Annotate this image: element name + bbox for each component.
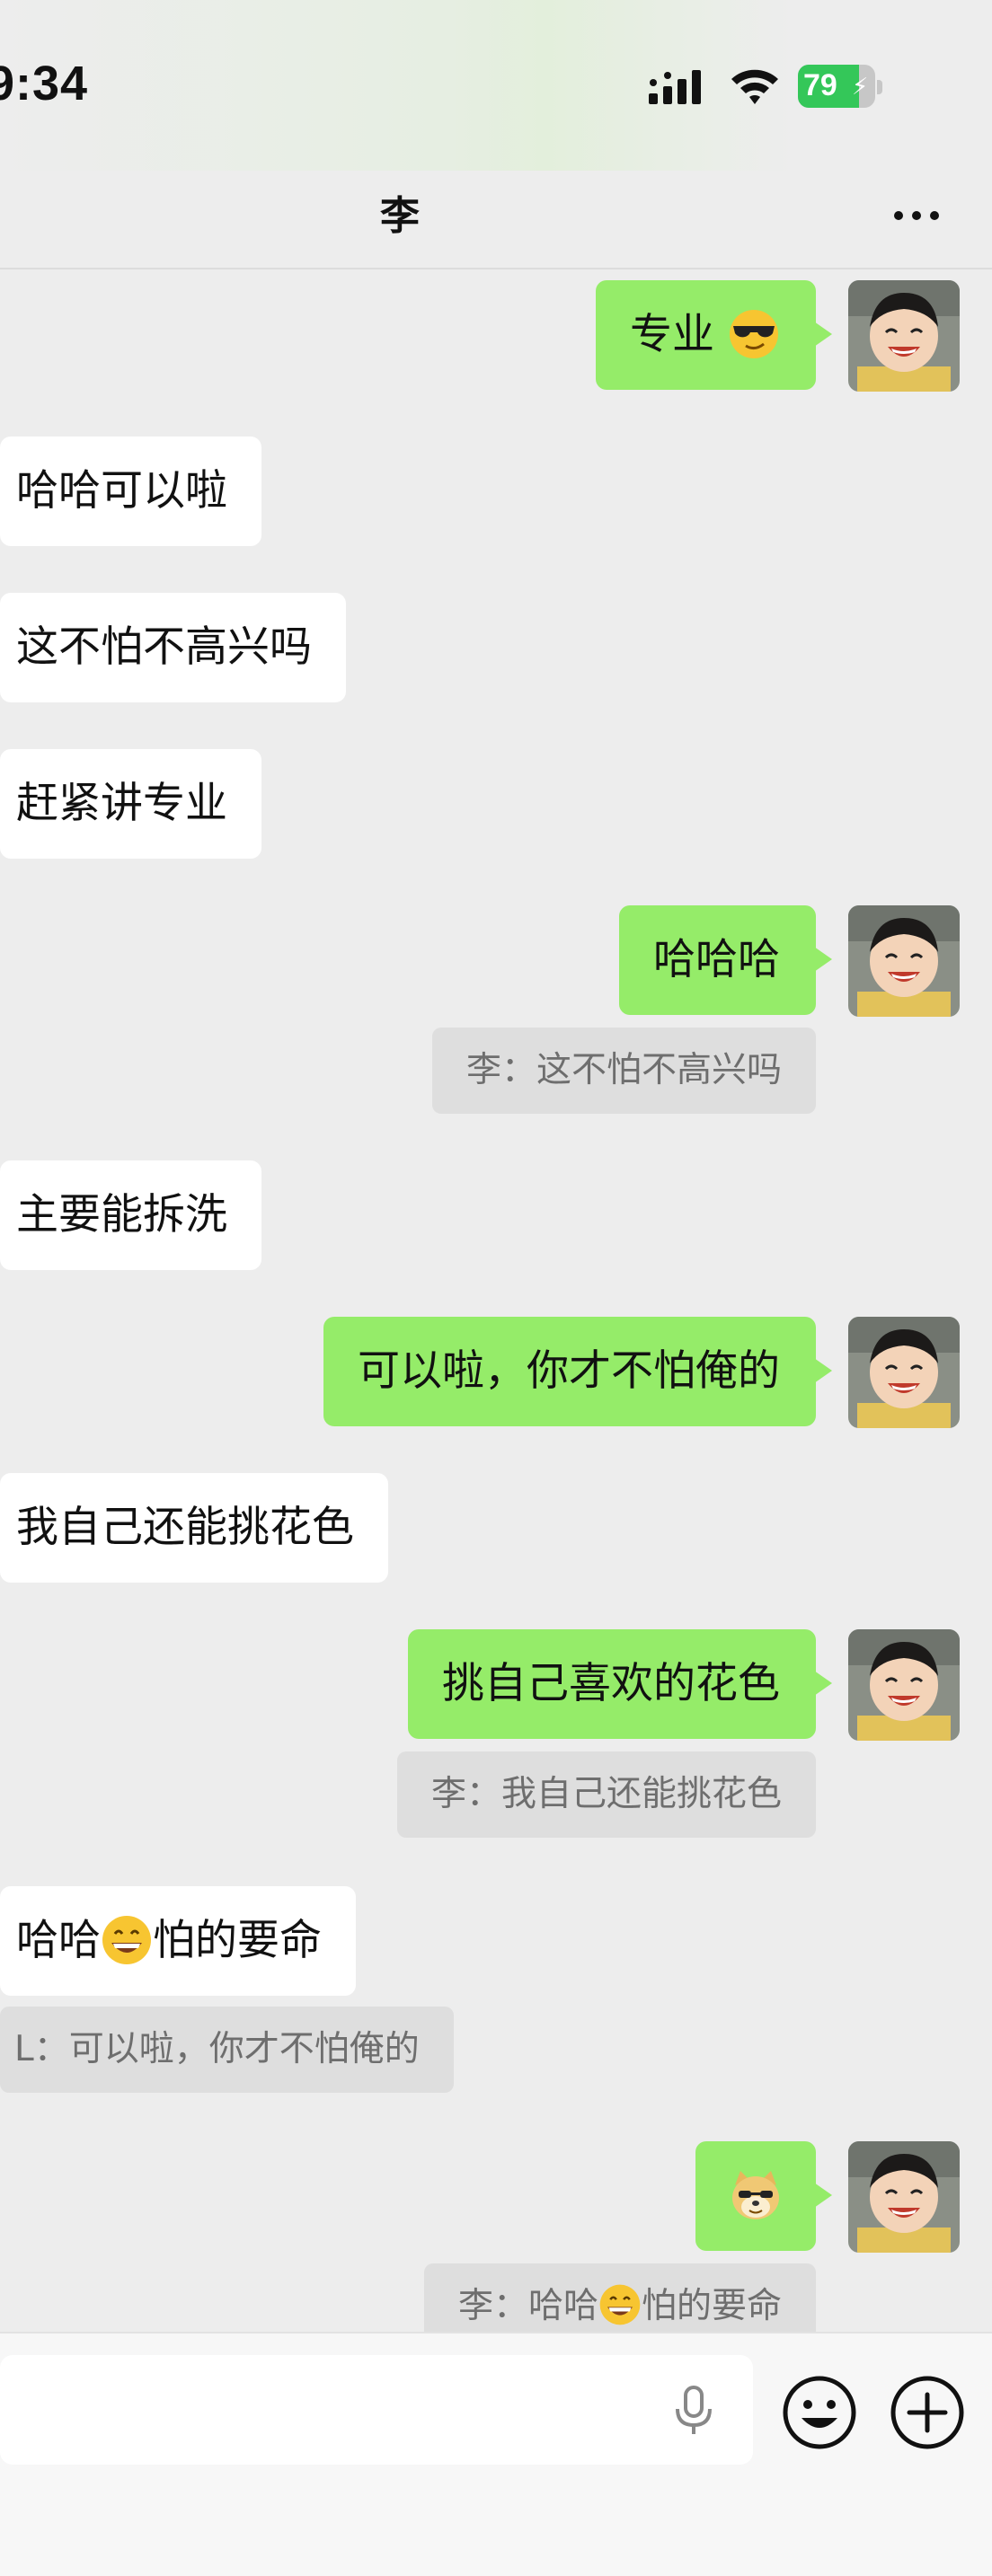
message-input[interactable] <box>0 2355 753 2465</box>
battery-level: 79 <box>803 68 837 102</box>
message-bubble-sent[interactable]: 哈哈哈 <box>619 905 832 1015</box>
message-text: 哈哈哈 <box>653 935 780 984</box>
cellular-signal-icon <box>649 70 701 104</box>
message-text: 我自己还能挑花色 <box>16 1503 354 1552</box>
message-bubble-received[interactable]: 哈哈 怕的要命 <box>0 1886 356 1996</box>
avatar-self[interactable] <box>848 1629 960 1741</box>
message-text: 哈哈可以啦 <box>16 466 227 516</box>
quoted-reply[interactable]: 李：这不怕不高兴吗 <box>431 1028 816 1114</box>
avatar-self[interactable] <box>848 1317 960 1428</box>
message-bubble-received[interactable]: 赶紧讲专业 <box>0 749 261 859</box>
quoted-text: 怕的要命 <box>641 2286 782 2326</box>
battery-charging-icon: 79 ⚡ <box>798 65 884 108</box>
quoted-reply[interactable]: 李：我自己还能挑花色 <box>396 1751 816 1838</box>
avatar-self[interactable] <box>848 2141 960 2253</box>
grinning-face-emoji <box>599 2284 641 2325</box>
message-text: 可以啦，你才不怕俺的 <box>358 1346 780 1396</box>
grinning-face-emoji <box>102 1915 151 1964</box>
message-bubble-received[interactable]: 哈哈可以啦 <box>0 437 261 546</box>
message-text: 专业 <box>630 310 715 359</box>
message-text: 哈哈 <box>16 1916 101 1965</box>
message-bubble-received[interactable]: 主要能拆洗 <box>0 1160 261 1270</box>
message-text: 怕的要命 <box>153 1916 322 1965</box>
quoted-text: L：可以啦，你才不怕俺的 <box>14 2029 420 2069</box>
microphone-icon[interactable] <box>669 2384 719 2438</box>
avatar-self[interactable] <box>848 905 960 1017</box>
message-bubble-received[interactable]: 这不怕不高兴吗 <box>0 593 346 702</box>
message-bubble-received[interactable]: 我自己还能挑花色 <box>0 1473 388 1583</box>
plus-circle-icon[interactable] <box>888 2373 967 2452</box>
chat-title: 李 <box>380 193 420 239</box>
message-bubble-sent[interactable]: 可以啦，你才不怕俺的 <box>323 1317 832 1426</box>
sunglasses-face-emoji <box>730 309 778 358</box>
more-dots-icon[interactable] <box>881 198 952 234</box>
emoji-face-icon[interactable] <box>780 2373 859 2452</box>
status-bar: 9:34 79 ⚡ <box>0 0 992 171</box>
status-time: 9:34 <box>0 57 89 110</box>
chat-header: 李 <box>0 171 992 269</box>
message-bubble-sent[interactable] <box>695 2141 832 2251</box>
message-bubble-sent[interactable]: 挑自己喜欢的花色 <box>408 1629 832 1739</box>
message-text: 这不怕不高兴吗 <box>16 622 312 672</box>
quoted-reply[interactable]: L：可以啦，你才不怕俺的 <box>0 2007 454 2093</box>
message-text: 赶紧讲专业 <box>16 779 227 828</box>
wifi-icon <box>731 69 778 104</box>
input-bar <box>0 2332 992 2576</box>
quoted-text: 李：这不怕不高兴吗 <box>465 1050 782 1090</box>
quoted-text: 李：哈哈 <box>457 2286 598 2326</box>
quoted-text: 李：我自己还能挑花色 <box>430 1774 782 1814</box>
message-text: 主要能拆洗 <box>16 1190 227 1239</box>
avatar-self[interactable] <box>848 280 960 392</box>
message-text: 挑自己喜欢的花色 <box>442 1659 780 1708</box>
message-bubble-sent[interactable]: 专业 <box>596 280 832 390</box>
doge-face-emoji <box>732 2170 779 2219</box>
